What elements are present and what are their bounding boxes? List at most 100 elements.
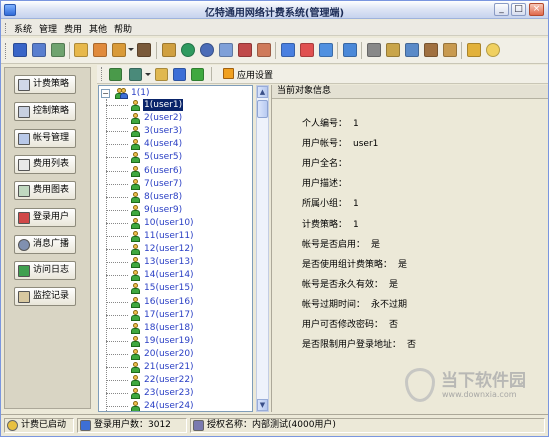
tree-item[interactable]: 16(user16) [99,296,239,309]
page-icon[interactable] [281,43,295,57]
printer-icon[interactable] [367,43,381,57]
user-icon[interactable] [191,68,204,81]
broom-icon[interactable] [109,68,122,81]
broadcast-icon [18,239,30,251]
globe-icon[interactable] [181,43,195,57]
window-icon[interactable] [319,43,333,57]
app-settings-button[interactable]: 应用设置 [223,68,273,81]
tree-item[interactable]: 15(user15) [99,282,239,295]
settings-icon [223,68,234,79]
lock-icon[interactable] [467,43,481,57]
help-icon[interactable] [486,43,500,57]
nav-fee-chart[interactable]: 费用图表 [14,181,76,200]
nav-fee-list[interactable]: 费用列表 [14,155,76,174]
user-config-icon[interactable] [424,43,438,57]
folder-icon[interactable] [162,43,176,57]
id-card-icon[interactable] [405,43,419,57]
tree-item[interactable]: 7(user7) [99,178,239,191]
tree-branch-line [106,209,128,211]
license-icon [193,420,204,431]
tree-item[interactable]: 23(user23) [99,387,239,400]
tree-item[interactable]: 10(user10) [99,217,239,230]
tree-branch-line [106,406,128,408]
tree-icon[interactable] [129,68,142,81]
menu-manage[interactable]: 管理 [37,22,59,35]
menu-fee[interactable]: 费用 [62,22,84,35]
tree-branch-line [106,288,128,290]
scroll-up-icon[interactable]: ▲ [257,86,268,98]
list-icon[interactable] [219,43,233,57]
chevron-down-icon[interactable] [145,73,151,76]
tree-item[interactable]: 17(user17) [99,309,239,322]
tree-item[interactable]: 1(user1) [99,98,239,112]
detail-label: 个人编号： [302,119,348,129]
menu-system[interactable]: 系统 [12,22,34,35]
chevron-down-icon[interactable] [128,48,134,51]
nav-account-management[interactable]: 帐号管理 [14,129,76,148]
hand-icon[interactable] [93,43,107,57]
status-logged-users-text: 登录用户数：3012 [94,420,171,430]
close-button[interactable]: × [529,3,544,16]
user-icon [130,362,140,373]
scroll-thumb[interactable] [257,100,268,118]
collapse-icon[interactable]: − [101,89,110,98]
nav-monitor-records[interactable]: 监控记录 [14,287,76,306]
find-icon[interactable] [155,68,168,81]
nav-logged-users[interactable]: 登录用户 [14,208,76,227]
search-icon[interactable] [386,43,400,57]
tree-item[interactable]: 4(user4) [99,138,239,151]
cards-icon[interactable] [257,43,271,57]
tree-item[interactable]: 19(user19) [99,335,239,348]
tree-item[interactable]: 18(user18) [99,322,239,335]
tree-item[interactable]: 3(user3) [99,125,239,138]
bag-icon[interactable] [443,43,457,57]
tree-item[interactable]: 9(user9) [99,204,239,217]
title-bar[interactable]: 亿特通用网络计费系统(管理端) _ □ × [1,1,548,19]
tree-item[interactable]: 8(user8) [99,191,239,204]
edit-icon[interactable] [343,43,357,57]
toolbar-grip [5,43,8,59]
network-icon[interactable] [200,43,214,57]
book-icon[interactable] [13,43,27,57]
tree-item[interactable]: 11(user11) [99,230,239,243]
menu-grip [5,23,8,33]
scroll-down-icon[interactable]: ▼ [257,399,268,411]
minimize-button[interactable]: _ [494,3,509,16]
pencil-icon[interactable] [74,43,88,57]
maximize-button[interactable]: □ [511,3,526,16]
tree-item[interactable]: 6(user6) [99,165,239,178]
tree-item[interactable]: 21(user21) [99,361,239,374]
user-run-icon[interactable] [137,43,151,57]
calculator-icon [18,79,30,91]
tree-scrollbar[interactable]: ▲ ▼ [256,85,269,412]
tree-item[interactable]: 24(user24) [99,400,239,411]
tree-item[interactable]: 22(user22) [99,374,239,387]
nav-control-policy[interactable]: 控制策略 [14,102,76,121]
users-icon[interactable] [238,43,252,57]
nav-access-log[interactable]: 访问日志 [14,261,76,280]
detail-label: 用户描述： [302,179,348,190]
user-icon [130,139,140,151]
toolbar-separator [211,67,212,81]
tree-item[interactable]: 13(user13) [99,256,239,269]
tree-item[interactable]: 20(user20) [99,348,239,361]
tree-branch-line [106,340,128,342]
tree-item[interactable]: 12(user12) [99,243,239,256]
clock-icon[interactable] [300,43,314,57]
menu-help[interactable]: 帮助 [112,22,134,35]
menu-other[interactable]: 其他 [87,22,109,35]
nav-billing-policy[interactable]: 计费策略 [14,75,76,94]
download-icon[interactable] [51,43,65,57]
tree-item[interactable]: 5(user5) [99,151,239,164]
detail-value: 否 [407,340,417,351]
hand-dropdown-icon[interactable] [112,43,126,57]
group-icon[interactable] [173,68,186,81]
tree-item-label: 21(user21) [144,362,194,372]
nav-message-broadcast[interactable]: 消息广播 [14,235,76,254]
user-tree[interactable]: − 1(1) 1(user1) 2(user2) 3(user3) 4(user4) 5… [98,85,253,412]
tree-item[interactable]: 2(user2) [99,112,239,125]
toolbar-grip [101,67,104,81]
tree-item[interactable]: 14(user14) [99,269,239,282]
tree-branch-line [106,314,128,316]
save-icon[interactable] [32,43,46,57]
